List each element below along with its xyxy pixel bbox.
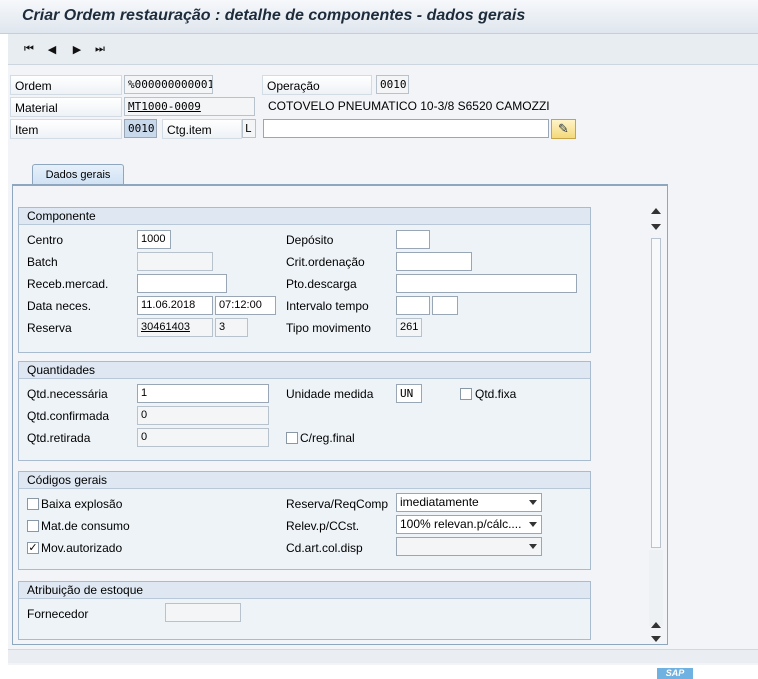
- quantidades-title: Quantidades: [19, 362, 590, 379]
- fornecedor-field: [165, 603, 241, 622]
- item-field[interactable]: 0010: [124, 119, 157, 138]
- vertical-scrollbar[interactable]: [649, 200, 663, 644]
- intervalo-tempo-field-1[interactable]: [396, 296, 430, 315]
- deposito-label: Depósito: [286, 233, 334, 247]
- status-bar: [8, 649, 758, 663]
- batch-field: [137, 252, 213, 271]
- atribuicao-estoque-title: Atribuição de estoque: [19, 582, 590, 599]
- unidade-medida-field[interactable]: UN: [396, 384, 422, 403]
- creg-final-checkbox[interactable]: [286, 432, 298, 444]
- cd-art-col-disp-label: Cd.art.col.disp: [286, 541, 363, 555]
- tipo-movimento-label: Tipo movimento: [286, 321, 371, 335]
- chevron-down-icon: [529, 500, 537, 505]
- tab-dados-gerais[interactable]: Dados gerais: [32, 164, 124, 186]
- mat-consumo-checkbox[interactable]: [27, 520, 39, 532]
- reserva-field[interactable]: 30461403: [137, 318, 213, 337]
- qtd-fixa-label: Qtd.fixa: [475, 387, 517, 401]
- codigos-gerais-title: Códigos gerais: [19, 472, 590, 489]
- ordem-field: %000000000001: [124, 75, 213, 94]
- scroll-up-secondary-icon[interactable]: [651, 224, 661, 230]
- scroll-down-icon[interactable]: [651, 636, 661, 642]
- chevron-down-icon: [529, 544, 537, 549]
- material-label: Material: [10, 97, 122, 117]
- qtd-retirada-label: Qtd.retirada: [27, 431, 91, 445]
- edit-text-icon[interactable]: ✎: [551, 119, 576, 139]
- receb-mercad-field[interactable]: [137, 274, 227, 293]
- material-field: MT1000-0009: [124, 97, 255, 116]
- reserva-reqcomp-value: imediatamente: [400, 495, 479, 509]
- reserva-reqcomp-dropdown[interactable]: imediatamente: [396, 493, 542, 512]
- relev-ccst-label: Relev.p/CCst.: [286, 519, 360, 533]
- qtd-confirmada-field: 0: [137, 406, 269, 425]
- reserva-item-field: 3: [215, 318, 248, 337]
- cd-art-col-disp-dropdown[interactable]: [396, 537, 542, 556]
- baixa-explosao-label: Baixa explosão: [41, 497, 123, 511]
- pto-descarga-field[interactable]: [396, 274, 577, 293]
- batch-label: Batch: [27, 255, 58, 269]
- qtd-necessaria-field[interactable]: 1: [137, 384, 269, 403]
- operacao-field: 0010: [376, 75, 409, 94]
- next-record-icon[interactable]: ▶: [68, 40, 86, 58]
- qtd-retirada-field: 0: [137, 428, 269, 447]
- deposito-field[interactable]: [396, 230, 430, 249]
- item-label: Item: [10, 119, 122, 139]
- receb-mercad-label: Receb.mercad.: [27, 277, 109, 291]
- previous-record-icon[interactable]: ◀: [43, 40, 61, 58]
- crit-ordenacao-label: Crit.ordenação: [286, 255, 365, 269]
- scroll-up-icon[interactable]: [651, 208, 661, 214]
- ctg-item-field: L: [242, 119, 256, 138]
- relev-ccst-value: 100% relevan.p/cálc....: [400, 517, 522, 531]
- hora-field[interactable]: 07:12:00: [215, 296, 276, 315]
- window-title: Criar Ordem restauração : detalhe de com…: [22, 7, 526, 24]
- material-description: COTOVELO PNEUMATICO 10-3/8 S6520 CAMOZZI: [268, 99, 550, 113]
- creg-final-label: C/reg.final: [300, 431, 355, 445]
- scroll-track[interactable]: [649, 550, 663, 626]
- mov-autorizado-label: Mov.autorizado: [41, 541, 123, 555]
- crit-ordenacao-field[interactable]: [396, 252, 472, 271]
- relev-ccst-dropdown[interactable]: 100% relevan.p/cálc....: [396, 515, 542, 534]
- unidade-medida-label: Unidade medida: [286, 387, 374, 401]
- scroll-thumb[interactable]: [651, 238, 661, 548]
- mat-consumo-label: Mat.de consumo: [41, 519, 130, 533]
- ctg-item-label: Ctg.item: [162, 119, 242, 139]
- data-neces-label: Data neces.: [27, 299, 92, 313]
- fornecedor-label: Fornecedor: [27, 607, 89, 621]
- centro-label: Centro: [27, 233, 64, 247]
- intervalo-tempo-field-2[interactable]: [432, 296, 458, 315]
- first-record-icon[interactable]: ⏮: [20, 40, 38, 58]
- long-text-field[interactable]: [263, 119, 549, 138]
- qtd-confirmada-label: Qtd.confirmada: [27, 409, 110, 423]
- operacao-label: Operação: [262, 75, 372, 95]
- mov-autorizado-checkbox[interactable]: ✓: [27, 542, 39, 554]
- baixa-explosao-checkbox[interactable]: [27, 498, 39, 510]
- last-record-icon[interactable]: ⏭: [91, 40, 109, 58]
- qtd-necessaria-label: Qtd.necessária: [27, 387, 108, 401]
- reserva-reqcomp-label: Reserva/ReqComp: [286, 497, 389, 511]
- reserva-label: Reserva: [27, 321, 72, 335]
- atribuicao-estoque-group: Atribuição de estoque: [18, 581, 591, 640]
- pto-descarga-label: Pto.descarga: [286, 277, 357, 291]
- qtd-fixa-checkbox[interactable]: [460, 388, 472, 400]
- toolbar: ⏮ ◀ ▶ ⏭: [8, 34, 758, 65]
- scroll-down-secondary-icon[interactable]: [651, 622, 661, 628]
- ordem-label: Ordem: [10, 75, 122, 95]
- tipo-movimento-field: 261: [396, 318, 422, 337]
- intervalo-tempo-label: Intervalo tempo: [286, 299, 369, 313]
- data-neces-field[interactable]: 11.06.2018: [137, 296, 213, 315]
- sap-logo: SAP: [657, 668, 693, 679]
- centro-field[interactable]: 1000: [137, 230, 171, 249]
- title-bar: Criar Ordem restauração : detalhe de com…: [0, 0, 758, 34]
- componente-title: Componente: [19, 208, 590, 225]
- chevron-down-icon: [529, 522, 537, 527]
